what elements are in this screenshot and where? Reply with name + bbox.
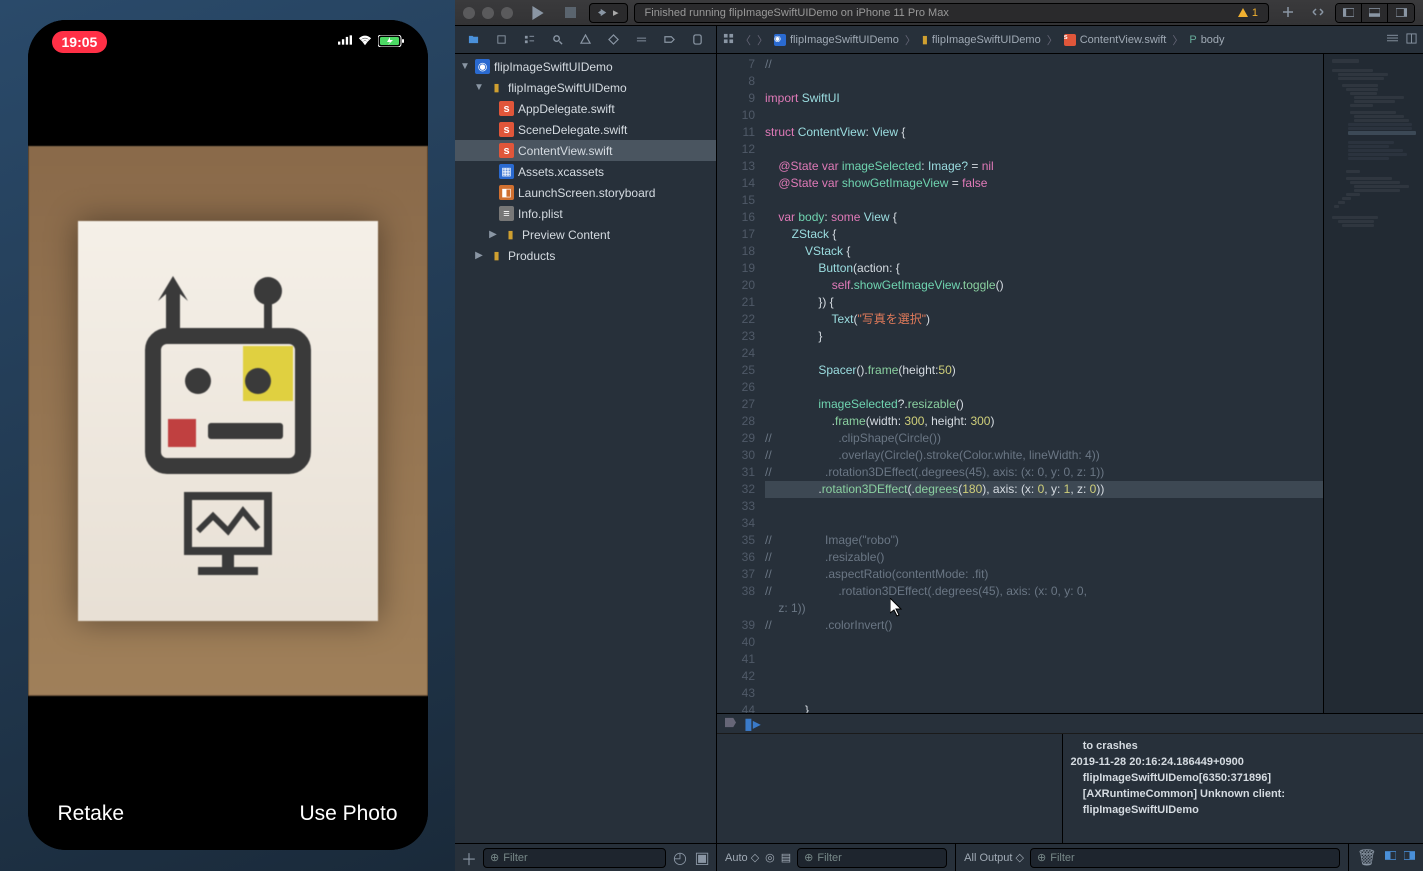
navigator-tabs [455,26,716,54]
jump-file[interactable]: sContentView.swift [1064,34,1167,46]
phone-frame: 19:05 [28,20,428,850]
editor-area: 〈 〉 ◉flipImageSwiftUIDemo 〉 ▮flipImageSw… [717,26,1423,871]
line-gutter: 7 8 9 10 11 12 13 14 15 16 17 18 19 20 2… [717,54,765,713]
status-icons [338,33,404,51]
activity-viewer[interactable]: Finished running flipImageSwiftUIDemo on… [634,3,1269,23]
tree-group-products[interactable]: ▶▮Products [455,245,716,266]
tree-file-launchscreen[interactable]: ◧LaunchScreen.storyboard [455,182,716,203]
editor-layout-segmented[interactable] [1335,3,1415,23]
stop-button[interactable] [557,4,583,22]
issue-navigator-tab[interactable] [573,34,597,45]
filter-icon: ⊕ [1037,851,1046,864]
minimap[interactable] [1323,54,1423,713]
output-scope-selector[interactable]: All Output ◇ [964,851,1024,864]
recording-pill[interactable]: 19:05 [52,31,108,53]
report-navigator-tab[interactable] [686,34,710,45]
robot-illustration [98,251,358,591]
tree-file-infoplist[interactable]: ≡Info.plist [455,203,716,224]
find-navigator-tab[interactable] [545,34,569,45]
auto-scope-selector[interactable]: Auto ◇ [725,851,759,864]
status-bar: 19:05 [28,20,428,64]
show-navigator-toggle[interactable] [1336,4,1362,22]
show-inspector-toggle[interactable] [1388,4,1414,22]
source-control-navigator-tab[interactable] [489,34,513,45]
signal-icon [338,33,352,51]
debug-area: ▮▸ to crashes 2019-11-28 20:16:24.186449… [717,713,1423,843]
forward-button[interactable]: 〉 [757,32,768,48]
project-navigator-tab[interactable] [461,34,485,45]
print-description-icon[interactable]: ▤ [781,851,791,864]
editor-options-icon[interactable] [1387,33,1398,47]
use-photo-button[interactable]: Use Photo [299,802,397,826]
run-status-text: Finished running flipImageSwiftUIDemo on… [645,7,949,19]
debug-bar: ▮▸ [717,714,1423,734]
back-button[interactable]: 〈 [740,32,751,48]
variables-view[interactable] [717,734,1063,843]
tree-project-root[interactable]: ▼◉flipImageSwiftUIDemo [455,56,716,77]
window-traffic-lights[interactable] [463,7,513,19]
related-items-icon[interactable] [723,33,734,47]
jump-symbol[interactable]: Pbody [1189,34,1224,46]
console-footer-right: All Output ◇ ⊕Filter [956,844,1349,871]
navigator-panel: ▼◉flipImageSwiftUIDemo ▼▮flipImageSwiftU… [455,26,717,871]
console-filter[interactable]: ⊕Filter [1030,848,1340,868]
variables-filter[interactable]: ⊕Filter [797,848,947,868]
test-navigator-tab[interactable] [602,34,626,45]
camera-photo-preview [28,64,428,778]
breakpoints-toggle[interactable] [725,715,736,733]
navigator-filter[interactable]: ⊕Filter [483,848,666,868]
adjust-editor-icon[interactable] [1406,33,1417,47]
library-button[interactable] [1275,3,1301,21]
clear-console-icon[interactable]: 🗑 [1357,848,1377,868]
symbol-navigator-tab[interactable] [517,34,541,45]
run-button[interactable] [525,4,551,22]
tree-file-scenedelegate[interactable]: sSceneDelegate.swift [455,119,716,140]
console-output[interactable]: to crashes 2019-11-28 20:16:24.186449+09… [1063,734,1423,843]
filter-icon: ⊕ [804,851,813,864]
show-console-toggle[interactable] [1404,848,1415,868]
add-file-button[interactable]: ＋ [461,850,477,866]
captured-image [78,221,378,621]
tree-file-contentview[interactable]: sContentView.swift [455,140,716,161]
retake-button[interactable]: Retake [58,802,125,826]
project-file-tree[interactable]: ▼◉flipImageSwiftUIDemo ▼▮flipImageSwiftU… [455,54,716,843]
xcode-window: ▸ Finished running flipImageSwiftUIDemo … [455,0,1423,871]
continue-button[interactable]: ▮▸ [744,714,761,734]
show-debug-toggle[interactable] [1362,4,1388,22]
debug-navigator-tab[interactable] [630,34,654,45]
breakpoint-navigator-tab[interactable] [658,34,682,45]
show-variables-toggle[interactable] [1385,848,1396,868]
code-review-button[interactable] [1305,3,1331,21]
scm-filter-icon[interactable]: ▣ [694,850,710,866]
camera-controls: Retake Use Photo [28,778,428,850]
code-editor[interactable]: 7 8 9 10 11 12 13 14 15 16 17 18 19 20 2… [717,54,1423,713]
filter-icon: ⊕ [490,851,499,864]
jump-folder[interactable]: ▮flipImageSwiftUIDemo [922,33,1041,46]
wifi-icon [358,33,372,51]
quick-look-icon[interactable]: ◎ [765,851,775,864]
tree-group[interactable]: ▼▮flipImageSwiftUIDemo [455,77,716,98]
scheme-selector[interactable]: ▸ [589,3,628,23]
tree-group-preview[interactable]: ▶▮Preview Content [455,224,716,245]
variables-footer: Auto ◇ ◎ ▤ ⊕Filter [717,844,956,871]
xcode-toolbar: ▸ Finished running flipImageSwiftUIDemo … [455,0,1423,26]
tree-file-appdelegate[interactable]: sAppDelegate.swift [455,98,716,119]
jump-bar: 〈 〉 ◉flipImageSwiftUIDemo 〉 ▮flipImageSw… [717,26,1423,54]
tree-file-assets[interactable]: ▦Assets.xcassets [455,161,716,182]
navigator-footer: ＋ ⊕Filter ◴ ▣ [455,843,716,871]
console-footer: Auto ◇ ◎ ▤ ⊕Filter All Output ◇ ⊕Filter … [717,843,1423,871]
simulator-window: 19:05 [0,0,455,871]
battery-icon [378,34,404,51]
jump-project[interactable]: ◉flipImageSwiftUIDemo [774,34,899,46]
recent-filter-icon[interactable]: ◴ [672,850,688,866]
warning-badge[interactable]: 1 [1237,7,1258,19]
